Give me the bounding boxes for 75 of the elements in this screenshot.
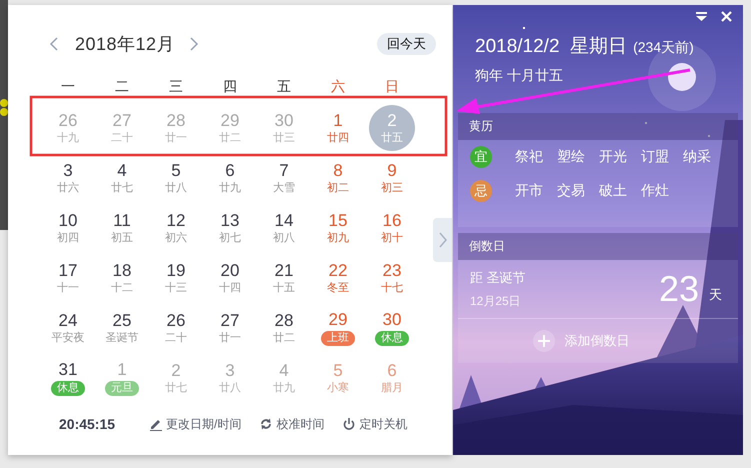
holiday-badge: 休息 [375,331,409,346]
chevron-right-icon [438,232,446,248]
previous-month-icon[interactable] [49,36,59,52]
section-title: 黄历 [469,118,493,135]
calendar-day[interactable]: 26 二十 [153,305,199,351]
calendar-day[interactable]: 21 十五 [261,255,307,301]
close-icon[interactable] [721,11,732,22]
calendar-day[interactable]: 18 十二 [99,255,145,301]
calendar-day[interactable]: 13 初七 [207,205,253,251]
calendar-day[interactable]: 27 廿一 [207,305,253,351]
selected-date: 2018/12/2 星期日 [475,35,628,59]
calendar-day[interactable]: 28 廿二 [261,305,307,351]
calendar-day[interactable]: 16 初十 [369,205,415,251]
countdown-unit: 天 [709,286,722,304]
calendar-day[interactable]: 6 廿九 [207,155,253,201]
month-title: 2018年12月 [75,33,176,56]
calendar-day[interactable]: 29 上班 [315,305,361,351]
weekday-label: 三 [168,78,184,96]
dropdown-icon[interactable] [696,11,707,22]
calendar-day[interactable]: 4 廿七 [99,155,145,201]
weekday-label: 日 [384,78,400,96]
lunar-date: 狗年 十月廿五 [475,67,564,85]
almanac-item: 纳采 [683,148,711,166]
almanac-item: 开光 [599,148,627,166]
calendar-day[interactable]: 22 冬至 [315,255,361,301]
clock-time: 20:45:15 [59,416,116,432]
footer-link[interactable]: 定时关机 [342,416,408,432]
footer-link[interactable]: 校准时间 [259,416,324,432]
calendar-day[interactable]: 5 廿八 [153,155,199,201]
weekday-label: 四 [222,78,238,96]
almanac-item: 订盟 [641,148,669,166]
calendar-day[interactable]: 11 初五 [99,205,145,251]
calendar-day[interactable]: 7 大雪 [261,155,307,201]
section-title: 倒数日 [469,238,505,255]
holiday-badge: 元旦 [105,381,139,396]
calendar-day[interactable]: 20 十四 [207,255,253,301]
holiday-badge: 上班 [321,331,355,346]
calendar-day[interactable]: 23 十七 [369,255,415,301]
calendar-day[interactable]: 8 初二 [315,155,361,201]
back-to-today-button[interactable]: 回今天 [377,33,436,55]
almanac-item: 祭祀 [515,148,543,166]
next-month-icon[interactable] [189,36,200,52]
calendar-day[interactable]: 10 初四 [45,205,91,251]
countdown-name: 距 圣诞节 [470,268,526,286]
calendar-day[interactable]: 3 廿六 [45,155,91,201]
calendar-day[interactable]: 1 廿四 [315,105,361,151]
calendar-day[interactable]: 9 初三 [369,155,415,201]
calendar-day[interactable]: 25 圣诞节 [99,305,145,351]
calendar-day[interactable]: 24 平安夜 [45,305,91,351]
footer-link[interactable]: 更改日期/时间 [149,416,242,432]
weekday-label: 二 [114,78,130,96]
countdown-date: 12月25日 [470,292,522,310]
refresh-icon [259,417,274,431]
calendar-day[interactable]: 12 初六 [153,205,199,251]
holiday-badge: 休息 [51,381,85,396]
almanac-item: 开市 [515,182,543,200]
almanac-item: 塑绘 [557,148,585,166]
almanac-item: 破土 [599,182,627,200]
plus-icon [532,330,554,352]
pencil-icon [149,417,164,431]
calendar-day[interactable]: 17 十一 [45,255,91,301]
weekday-label: 五 [276,78,292,96]
calendar-day[interactable]: 19 十三 [153,255,199,301]
almanac-item: 作灶 [641,182,669,200]
countdown-days: 23 [658,268,699,310]
weekday-label: 一 [60,78,76,96]
days-ago: (234天前) [633,39,694,57]
weekday-label: 六 [330,78,346,96]
calendar-day[interactable]: 15 初九 [315,205,361,251]
almanac-item: 交易 [557,182,585,200]
power-icon [342,417,356,431]
calendar-day[interactable]: 30 休息 [369,305,415,351]
expand-tab[interactable] [433,218,452,262]
calendar-day[interactable]: 14 初八 [261,205,307,251]
calendar-day[interactable]: 31 休息 [45,355,91,401]
